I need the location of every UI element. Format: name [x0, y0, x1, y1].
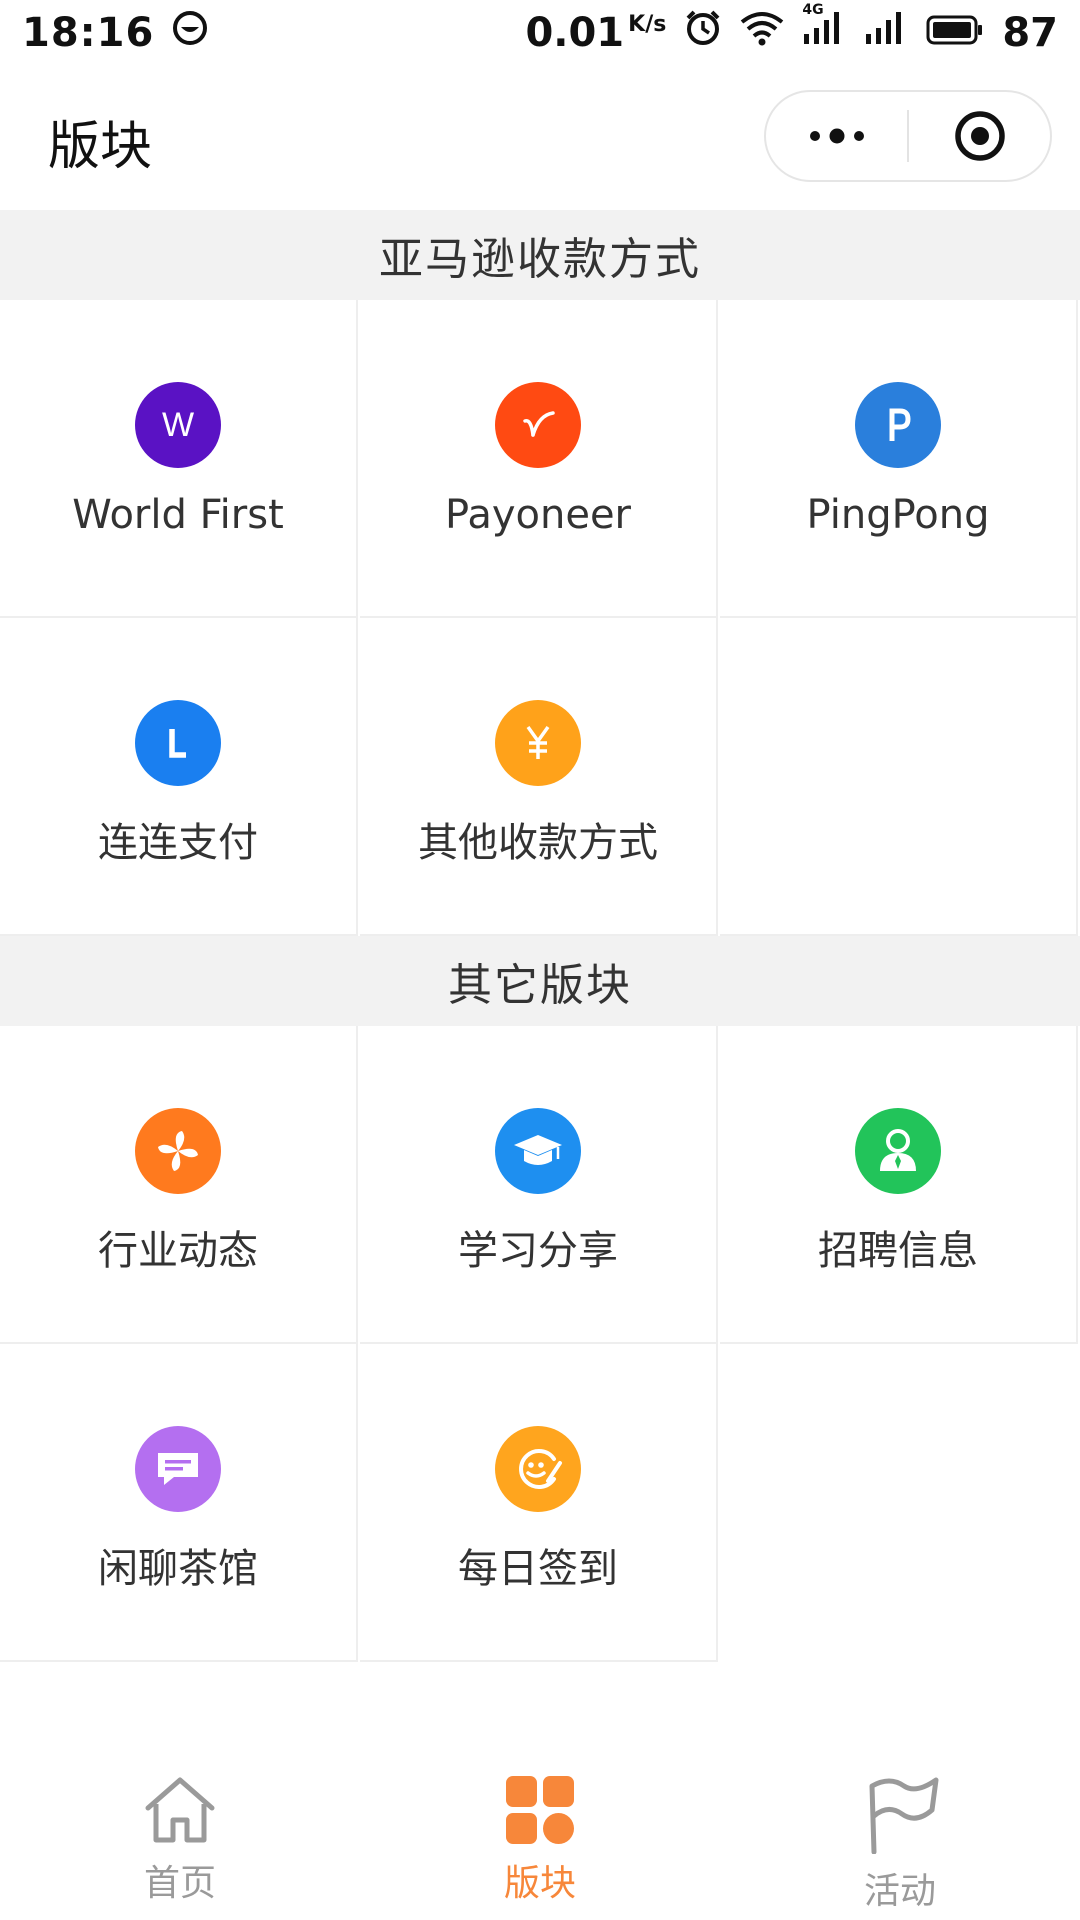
- tab-label-home: 首页: [143, 1863, 216, 1904]
- yuan-icon: [495, 700, 581, 786]
- grid-item-daily-checkin[interactable]: 每日签到: [360, 1344, 718, 1662]
- status-right: 0.01 K/s 4G 87: [525, 2, 1058, 57]
- tab-activity[interactable]: 活动: [720, 1752, 1080, 1920]
- battery-level: 87: [1002, 10, 1058, 56]
- tab-home[interactable]: 首页: [0, 1752, 360, 1920]
- grid-item-label: 招聘信息: [818, 1228, 978, 1274]
- section-header-payment: 亚马逊收款方式: [0, 210, 1080, 300]
- grid-item-label: World First: [72, 492, 284, 538]
- grid-item-label: Payoneer: [445, 492, 631, 538]
- world-first-icon: W: [135, 382, 221, 468]
- grid-item-pingpong[interactable]: PingPong: [720, 300, 1078, 618]
- home-icon: [145, 1777, 215, 1843]
- tab-label-activity: 活动: [863, 1871, 936, 1912]
- svg-text:W: W: [162, 406, 194, 444]
- grid-item-industry-news[interactable]: 行业动态: [0, 1026, 358, 1344]
- status-time: 18:16: [22, 10, 155, 56]
- grid-item-label: 行业动态: [98, 1228, 258, 1274]
- graduation-cap-icon: [495, 1108, 581, 1194]
- page-title: 版块: [48, 117, 153, 177]
- grid-item-lianlian[interactable]: 连连支付: [0, 618, 358, 936]
- grid-item-label: 闲聊茶馆: [98, 1546, 258, 1592]
- tab-blocks[interactable]: 版块: [360, 1752, 720, 1920]
- title-bar: 版块: [0, 66, 1080, 210]
- grid-item-world-first[interactable]: W World First: [0, 300, 358, 618]
- grid-item-recruitment[interactable]: 招聘信息: [720, 1026, 1078, 1344]
- grid-item-payoneer[interactable]: Payoneer: [360, 300, 718, 618]
- grid-item-learning-share[interactable]: 学习分享: [360, 1026, 718, 1344]
- grid-item-label: 连连支付: [98, 820, 258, 866]
- status-bar: 18:16 0.01 K/s 4G 87: [0, 0, 1080, 66]
- alarm-icon: [684, 9, 722, 57]
- tab-label-blocks: 版块: [503, 1863, 576, 1904]
- grid-item-label: 学习分享: [458, 1228, 618, 1274]
- more-dots-icon: [809, 128, 864, 144]
- section-header-other: 其它版块: [0, 936, 1080, 1026]
- grid-item-other-payment[interactable]: 其他收款方式: [360, 618, 718, 936]
- grid-item-label: 每日签到: [458, 1546, 618, 1592]
- chat-bubble-icon: [135, 1426, 221, 1512]
- grid-empty-cell: [720, 618, 1078, 936]
- close-mini-program-button[interactable]: [909, 92, 1050, 180]
- more-button[interactable]: [766, 92, 907, 180]
- grid-item-chat-teahouse[interactable]: 闲聊茶馆: [0, 1344, 358, 1662]
- pingpong-icon: [855, 382, 941, 468]
- target-close-icon: [954, 111, 1005, 161]
- network-speed-unit: K/s: [628, 12, 667, 37]
- notification-icon: [172, 10, 208, 56]
- lianlian-icon: [135, 700, 221, 786]
- flag-icon: [869, 1777, 939, 1854]
- tab-bar: 首页 版块 活动: [0, 1752, 1080, 1920]
- grid-item-label: PingPong: [806, 492, 990, 538]
- status-left: 18:16: [22, 10, 208, 56]
- payoneer-icon: [495, 382, 581, 468]
- network-speed: 0.01 K/s: [525, 10, 666, 56]
- grid-item-label: 其他收款方式: [418, 820, 658, 866]
- smile-check-icon: [495, 1426, 581, 1512]
- recruit-person-icon: [855, 1108, 941, 1194]
- wifi-icon: [740, 10, 784, 56]
- signal-4g-icon: 4G: [802, 2, 846, 56]
- grid-blocks-icon: [506, 1776, 574, 1844]
- network-type: 4G: [802, 2, 824, 18]
- mini-program-capsule: [764, 90, 1052, 182]
- pinwheel-icon: [135, 1108, 221, 1194]
- battery-icon: [926, 10, 984, 56]
- network-speed-value: 0.01: [525, 10, 625, 56]
- signal-icon: [864, 10, 908, 56]
